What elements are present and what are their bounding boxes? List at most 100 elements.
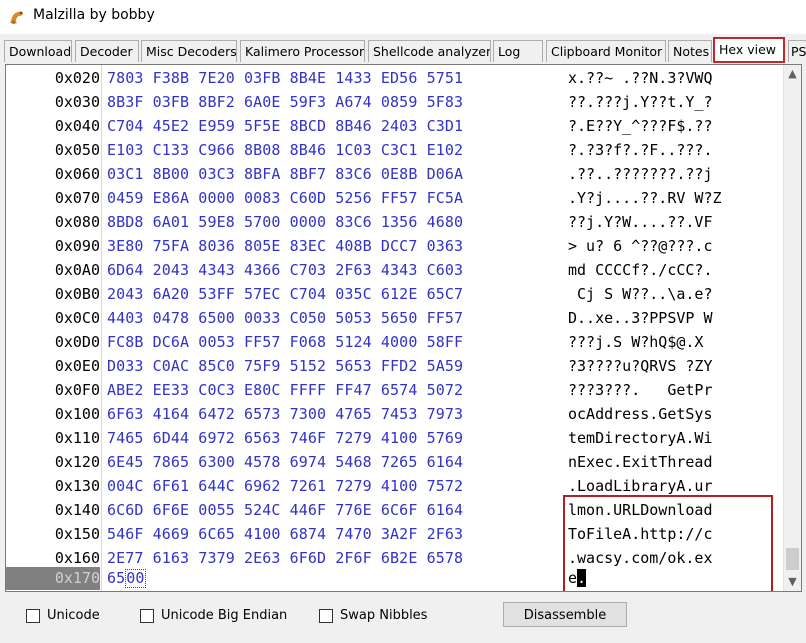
hex-row[interactable]: 0x0A0 6D64 2043 4343 4366 C703 2F63 4343 … bbox=[6, 259, 786, 282]
row-ascii[interactable]: .Y?j....??.RV W?Z bbox=[568, 187, 722, 210]
hex-row[interactable]: 0x070 0459 E86A 0000 0083 C60D 5256 FF57 … bbox=[6, 187, 786, 210]
tab-kalimero-processor[interactable]: Kalimero Processor bbox=[240, 40, 365, 62]
tab-misc-decoders[interactable]: Misc Decoders bbox=[141, 40, 237, 62]
row-ascii[interactable]: ??.???j.Y??t.Y_? bbox=[568, 91, 713, 114]
unicode-label: Unicode bbox=[47, 608, 100, 623]
row-ascii[interactable]: .??..???????.??j bbox=[568, 163, 713, 186]
hex-row[interactable]: 0x090 3E80 75FA 8036 805E 83EC 408B DCC7 … bbox=[6, 235, 786, 258]
row-hex[interactable]: 6E45 7865 6300 4578 6974 5468 7265 6164 bbox=[107, 451, 463, 474]
unicode-big-endian-checkbox[interactable]: Unicode Big Endian bbox=[140, 608, 287, 623]
row-ascii[interactable]: ???j.S W?hQ$@.X bbox=[568, 331, 713, 354]
vertical-scrollbar[interactable]: ▲ ▼ bbox=[783, 65, 801, 591]
row-address: 0x0D0 bbox=[54, 333, 100, 351]
row-hex[interactable]: 0459 E86A 0000 0083 C60D 5256 FF57 FC5A bbox=[107, 187, 463, 210]
chevron-up-icon[interactable]: ▲ bbox=[784, 65, 801, 82]
malzilla-lizard-icon bbox=[10, 11, 23, 24]
hex-row[interactable]: 0x050 E103 C133 C966 8B08 8B46 1C03 C3C1 … bbox=[6, 139, 786, 162]
tab-hex-view[interactable]: Hex view bbox=[713, 37, 785, 63]
row-hex[interactable]: 6C6D 6F6E 0055 524C 446F 776E 6C6F 6164 bbox=[107, 499, 463, 522]
row-hex[interactable]: 8BD8 6A01 59E8 5700 0000 83C6 1356 4680 bbox=[107, 211, 463, 234]
row-hex[interactable]: 6F63 4164 6472 6573 7300 4765 7453 7973 bbox=[107, 403, 463, 426]
swap-nibbles-checkbox-box[interactable] bbox=[319, 608, 333, 623]
row-hex[interactable]: 3E80 75FA 8036 805E 83EC 408B DCC7 0363 bbox=[107, 235, 463, 258]
row-address: 0x0F0 bbox=[54, 381, 100, 399]
chevron-down-icon[interactable]: ▼ bbox=[784, 573, 801, 590]
row-address: 0x170 bbox=[6, 567, 100, 590]
row-ascii[interactable]: > u? 6 ^??@???.c bbox=[568, 235, 713, 258]
row-hex[interactable]: C704 45E2 E959 5F5E 8BCD 8B46 2403 C3D1 bbox=[107, 115, 463, 138]
hex-row[interactable]: 0x130 004C 6F61 644C 6962 7261 7279 4100 … bbox=[6, 475, 786, 498]
row-hex[interactable]: 8B3F 03FB 8BF2 6A0E 59F3 A674 0859 5F83 bbox=[107, 91, 463, 114]
row-hex[interactable]: 2043 6A20 53FF 57EC C704 035C 612E 65C7 bbox=[107, 283, 463, 306]
hex-row[interactable]: 0x0E0 D033 C0AC 85C0 75F9 5152 5653 FFD2 … bbox=[6, 355, 786, 378]
hex-bytes-before-cursor: 65 bbox=[107, 569, 126, 587]
row-hex[interactable]: 546F 4669 6C65 4100 6874 7470 3A2F 2F63 bbox=[107, 523, 463, 546]
row-hex[interactable]: E103 C133 C966 8B08 8B46 1C03 C3C1 E102 bbox=[107, 139, 463, 162]
hex-row-current[interactable]: 0x170 6500 e. bbox=[6, 567, 786, 590]
hex-row[interactable]: 0x120 6E45 7865 6300 4578 6974 5468 7265 … bbox=[6, 451, 786, 474]
row-hex[interactable]: FC8B DC6A 0053 FF57 F068 5124 4000 58FF bbox=[107, 331, 463, 354]
row-ascii[interactable]: ??j.Y?W....??.VF bbox=[568, 211, 713, 234]
row-ascii[interactable]: .LoadLibraryA.ur bbox=[568, 475, 713, 498]
window-title: Malzilla by bobby bbox=[33, 7, 155, 23]
hex-row[interactable]: 0x150 546F 4669 6C65 4100 6874 7470 3A2F … bbox=[6, 523, 786, 546]
hex-row[interactable]: 0x0F0 ABE2 EE33 C0C3 E80C FFFF FF47 6574 … bbox=[6, 379, 786, 402]
swap-nibbles-checkbox[interactable]: Swap Nibbles bbox=[319, 608, 427, 623]
hex-row[interactable]: 0x0D0 FC8B DC6A 0053 FF57 F068 5124 4000 … bbox=[6, 331, 786, 354]
row-hex[interactable]: 4403 0478 6500 0033 C050 5053 5650 FF57 bbox=[107, 307, 463, 330]
disassemble-button[interactable]: Disassemble bbox=[503, 602, 627, 627]
row-ascii[interactable]: nExec.ExitThread bbox=[568, 451, 713, 474]
hex-row[interactable]: 0x140 6C6D 6F6E 0055 524C 446F 776E 6C6F … bbox=[6, 499, 786, 522]
unicode-checkbox-box[interactable] bbox=[26, 608, 40, 623]
row-ascii[interactable]: ?.E??Y_^???F$.?? bbox=[568, 115, 713, 138]
hex-row[interactable]: 0x020 7803 F38B 7E20 03FB 8B4E 1433 ED56 … bbox=[6, 67, 786, 90]
hex-row[interactable]: 0x060 03C1 8B00 03C3 8BFA 8BF7 83C6 0E8B … bbox=[6, 163, 786, 186]
row-ascii[interactable]: ?3????u?QRVS ?ZY bbox=[568, 355, 713, 378]
row-ascii[interactable]: e. bbox=[568, 567, 587, 590]
row-ascii[interactable]: lmon.URLDownload bbox=[568, 499, 713, 522]
row-hex[interactable]: ABE2 EE33 C0C3 E80C FFFF FF47 6574 5072 bbox=[107, 379, 463, 402]
row-address: 0x070 bbox=[54, 189, 100, 207]
tab-ps[interactable]: PS bbox=[788, 40, 806, 62]
ascii-before-cursor: e bbox=[568, 569, 578, 587]
row-ascii[interactable]: ocAddress.GetSys bbox=[568, 403, 713, 426]
row-hex[interactable]: 7803 F38B 7E20 03FB 8B4E 1433 ED56 5751 bbox=[107, 67, 463, 90]
row-ascii[interactable]: temDirectoryA.Wi bbox=[568, 427, 713, 450]
row-ascii[interactable]: Cj S W??..\a.e? bbox=[568, 283, 712, 306]
row-hex[interactable]: 6D64 2043 4343 4366 C703 2F63 4343 C603 bbox=[107, 259, 463, 282]
hex-view-panel[interactable]: 0x020 7803 F38B 7E20 03FB 8B4E 1433 ED56 … bbox=[5, 64, 802, 592]
hex-row[interactable]: 0x110 7465 6D44 6972 6563 746F 7279 4100 … bbox=[6, 427, 786, 450]
row-address: 0x050 bbox=[54, 141, 100, 159]
unicode-big-endian-label: Unicode Big Endian bbox=[161, 608, 288, 623]
tab-clipboard-monitor[interactable]: Clipboard Monitor bbox=[546, 40, 666, 62]
tab-notes[interactable]: Notes bbox=[668, 40, 712, 62]
hex-row[interactable]: 0x0C0 4403 0478 6500 0033 C050 5053 5650 … bbox=[6, 307, 786, 330]
row-address: 0x040 bbox=[54, 117, 100, 135]
tab-shellcode-analyzer[interactable]: Shellcode analyzer bbox=[368, 40, 491, 62]
hex-row[interactable]: 0x100 6F63 4164 6472 6573 7300 4765 7453 … bbox=[6, 403, 786, 426]
unicode-big-endian-checkbox-box[interactable] bbox=[140, 608, 154, 623]
ascii-caret[interactable]: . bbox=[577, 569, 587, 587]
scrollbar-thumb[interactable] bbox=[786, 548, 799, 570]
row-ascii[interactable]: ?.?3?f?.?F..???. bbox=[568, 139, 713, 162]
tab-download[interactable]: Download bbox=[4, 40, 72, 62]
unicode-checkbox[interactable]: Unicode bbox=[26, 608, 100, 623]
row-address: 0x0A0 bbox=[54, 261, 100, 279]
row-ascii[interactable]: ???3???. GetPr bbox=[568, 379, 713, 402]
row-hex[interactable]: 03C1 8B00 03C3 8BFA 8BF7 83C6 0E8B D06A bbox=[107, 163, 463, 186]
row-hex[interactable]: 6500 bbox=[107, 567, 146, 590]
row-ascii[interactable]: ToFileA.http://c bbox=[568, 523, 713, 546]
row-ascii[interactable]: md CCCCf?./cCC?. bbox=[568, 259, 713, 282]
hex-cursor-byte[interactable]: 00 bbox=[125, 569, 146, 588]
hex-row[interactable]: 0x040 C704 45E2 E959 5F5E 8BCD 8B46 2403 … bbox=[6, 115, 786, 138]
row-ascii[interactable]: x.??~ .??N.3?VWQ bbox=[568, 67, 713, 90]
hex-row[interactable]: 0x0B0 2043 6A20 53FF 57EC C704 035C 612E … bbox=[6, 283, 786, 306]
hex-row[interactable]: 0x080 8BD8 6A01 59E8 5700 0000 83C6 1356 … bbox=[6, 211, 786, 234]
row-ascii[interactable]: D..xe..3?PPSVP W bbox=[568, 307, 713, 330]
hex-row[interactable]: 0x030 8B3F 03FB 8BF2 6A0E 59F3 A674 0859 … bbox=[6, 91, 786, 114]
tab-decoder[interactable]: Decoder bbox=[75, 40, 139, 62]
row-hex[interactable]: D033 C0AC 85C0 75F9 5152 5653 FFD2 5A59 bbox=[107, 355, 463, 378]
row-hex[interactable]: 7465 6D44 6972 6563 746F 7279 4100 5769 bbox=[107, 427, 463, 450]
tab-log[interactable]: Log bbox=[493, 40, 543, 62]
row-hex[interactable]: 004C 6F61 644C 6962 7261 7279 4100 7572 bbox=[107, 475, 463, 498]
